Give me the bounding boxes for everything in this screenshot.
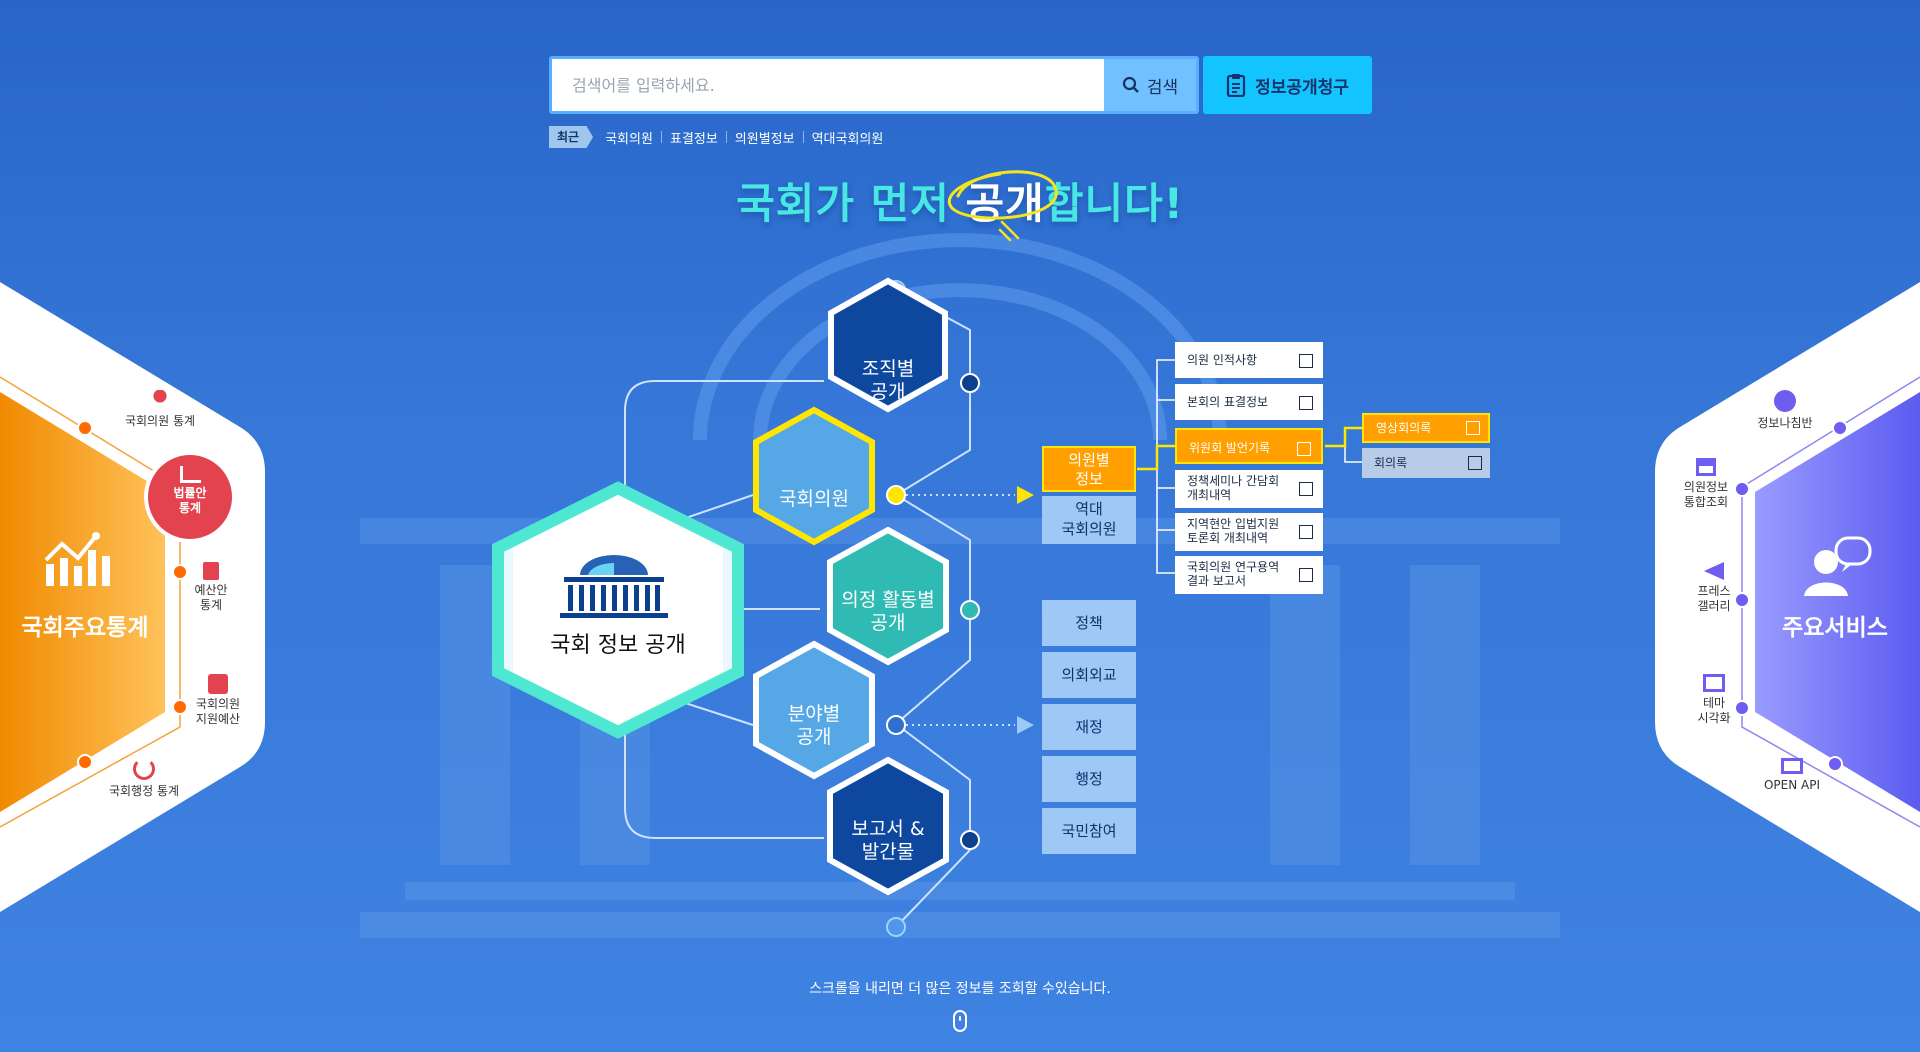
compass-link[interactable]: 정보나침반 (1740, 390, 1830, 431)
copy-icon (1299, 396, 1313, 410)
link-label: 정보나침반 (1757, 416, 1813, 430)
link-label: 의원정보 (1683, 480, 1729, 494)
field-menu-item[interactable]: 행정 (1042, 756, 1136, 802)
link-label: 국회의원 통계 (124, 414, 196, 428)
monitor-icon (1781, 758, 1803, 774)
presentation-icon (1703, 674, 1725, 692)
member-info-link[interactable]: 의원정보 통합조회 (1676, 458, 1736, 510)
compass-icon (1774, 390, 1796, 412)
link-label: 통계 (178, 501, 202, 515)
menu-label: 영상회의록 (1376, 421, 1432, 435)
committee-sub-video[interactable]: 영상회의록 (1362, 413, 1490, 443)
hex-label: 분야별 (787, 703, 841, 725)
menu-label: 국회의원 (1061, 520, 1117, 538)
hex-label: 공개 (796, 726, 832, 748)
budget-stats-link[interactable]: 예산안 통계 (186, 562, 236, 613)
scroll-hint: 스크롤을 내리면 더 많은 정보를 조회할 수있습니다. (809, 981, 1111, 997)
disclosure-diagram (492, 277, 1362, 937)
bill-stats-link[interactable]: 법률안 통계 (150, 466, 230, 516)
menu-label: 국회의원 연구용역 (1187, 560, 1280, 574)
field-menu-item[interactable]: 재정 (1042, 704, 1136, 750)
right-panel-title[interactable]: 주요서비스 (1760, 608, 1910, 642)
menu-label: 정책세미나 간담회 (1187, 474, 1280, 488)
field-menu-item[interactable]: 의회외교 (1042, 652, 1136, 698)
hex-label: 발간물 (861, 841, 915, 863)
hex-label: 공개 (870, 381, 906, 403)
hex-label: 국회의원 (779, 488, 849, 510)
link-label: 예산안 (194, 583, 228, 597)
menu-label: 지역현안 입법지원 (1187, 517, 1280, 531)
hex-label: 보고서 & (851, 818, 925, 840)
copy-icon (1466, 421, 1480, 435)
link-label: 프레스 (1697, 584, 1731, 598)
link-label: 갤러리 (1697, 599, 1731, 613)
member-sub-item[interactable]: 국회의원 연구용역 결과 보고서 (1175, 556, 1323, 594)
copy-icon (1468, 456, 1482, 470)
center-hex-label[interactable]: 국회 정보 공개 (478, 627, 758, 659)
copy-icon (1299, 354, 1313, 368)
hex-field[interactable]: 분야별 공개 (754, 703, 874, 749)
member-sub-item[interactable]: 위원회 발언기록 (1175, 428, 1323, 464)
link-label: 국회의원 (195, 697, 241, 711)
member-sub-item[interactable]: 의원 인적사항 (1175, 342, 1323, 378)
press-gallery-link[interactable]: 프레스 갤러리 (1684, 562, 1744, 614)
menu-label: 개최내역 (1187, 488, 1232, 502)
bar-chart-icon (179, 466, 201, 483)
hex-label: 의정 활동별 (841, 589, 935, 611)
member-support-link[interactable]: 국회의원 지원예산 (186, 674, 250, 727)
person-chart-icon (208, 674, 228, 694)
by-member-info-button[interactable]: 의원별 정보 (1042, 446, 1136, 492)
member-sub-item[interactable]: 지역현안 입법지원 토론회 개최내역 (1175, 513, 1323, 551)
hex-member[interactable]: 국회의원 (754, 484, 874, 511)
copy-icon (1299, 482, 1313, 496)
calendar-icon (203, 562, 219, 580)
menu-label: 결과 보고서 (1187, 574, 1247, 588)
field-menu-item[interactable]: 국민참여 (1042, 808, 1136, 854)
copy-icon (1299, 568, 1313, 582)
link-label: 통합조회 (1683, 495, 1729, 509)
field-menu-item[interactable]: 정책 (1042, 600, 1136, 646)
link-label: 시각화 (1697, 711, 1731, 725)
megaphone-icon (1704, 562, 1724, 580)
hex-report[interactable]: 보고서 & 발간물 (828, 818, 948, 864)
left-panel-title[interactable]: 국회주요통계 (10, 608, 160, 642)
menu-label: 의원 인적사항 (1187, 353, 1258, 367)
gauge-icon (133, 758, 155, 780)
link-label: 법률안 (173, 486, 207, 500)
hex-org[interactable]: 조직별 공개 (828, 358, 948, 404)
hex-label: 공개 (870, 612, 906, 634)
menu-label: 위원회 발언기록 (1189, 441, 1271, 455)
link-label: 국회행정 통계 (108, 784, 180, 798)
link-label: 테마 (1702, 696, 1726, 710)
menu-label: 의원별 (1068, 451, 1110, 469)
link-label: OPEN API (1763, 778, 1821, 792)
member-sub-item[interactable]: 정책세미나 간담회 개최내역 (1175, 470, 1323, 508)
hex-activity[interactable]: 의정 활동별 공개 (828, 589, 948, 635)
menu-label: 정보 (1075, 470, 1103, 488)
menu-label: 본회의 표결정보 (1187, 395, 1269, 409)
link-label: 통계 (199, 598, 223, 612)
admin-stats-link[interactable]: 국회행정 통계 (74, 758, 214, 799)
people-icon (148, 390, 172, 410)
org-chart-icon (1696, 458, 1716, 476)
service-person-chat-icon (1804, 536, 1872, 596)
committee-sub-minutes[interactable]: 회의록 (1362, 448, 1490, 478)
member-stats-link[interactable]: 국회의원 통계 (90, 390, 230, 429)
menu-label: 회의록 (1374, 456, 1408, 470)
menu-label: 역대 (1075, 500, 1103, 518)
link-label: 지원예산 (195, 712, 241, 726)
past-members-button[interactable]: 역대국회의원 (1042, 496, 1136, 544)
hex-label: 조직별 (861, 358, 915, 380)
copy-icon (1297, 442, 1311, 456)
member-sub-item[interactable]: 본회의 표결정보 (1175, 384, 1323, 420)
stats-chart-icon (44, 532, 110, 586)
mouse-icon (953, 1010, 967, 1032)
open-api-link[interactable]: OPEN API (1752, 758, 1832, 793)
theme-visual-link[interactable]: 테마 시각화 (1684, 674, 1744, 726)
menu-label: 토론회 개최내역 (1187, 531, 1269, 545)
copy-icon (1299, 525, 1313, 539)
